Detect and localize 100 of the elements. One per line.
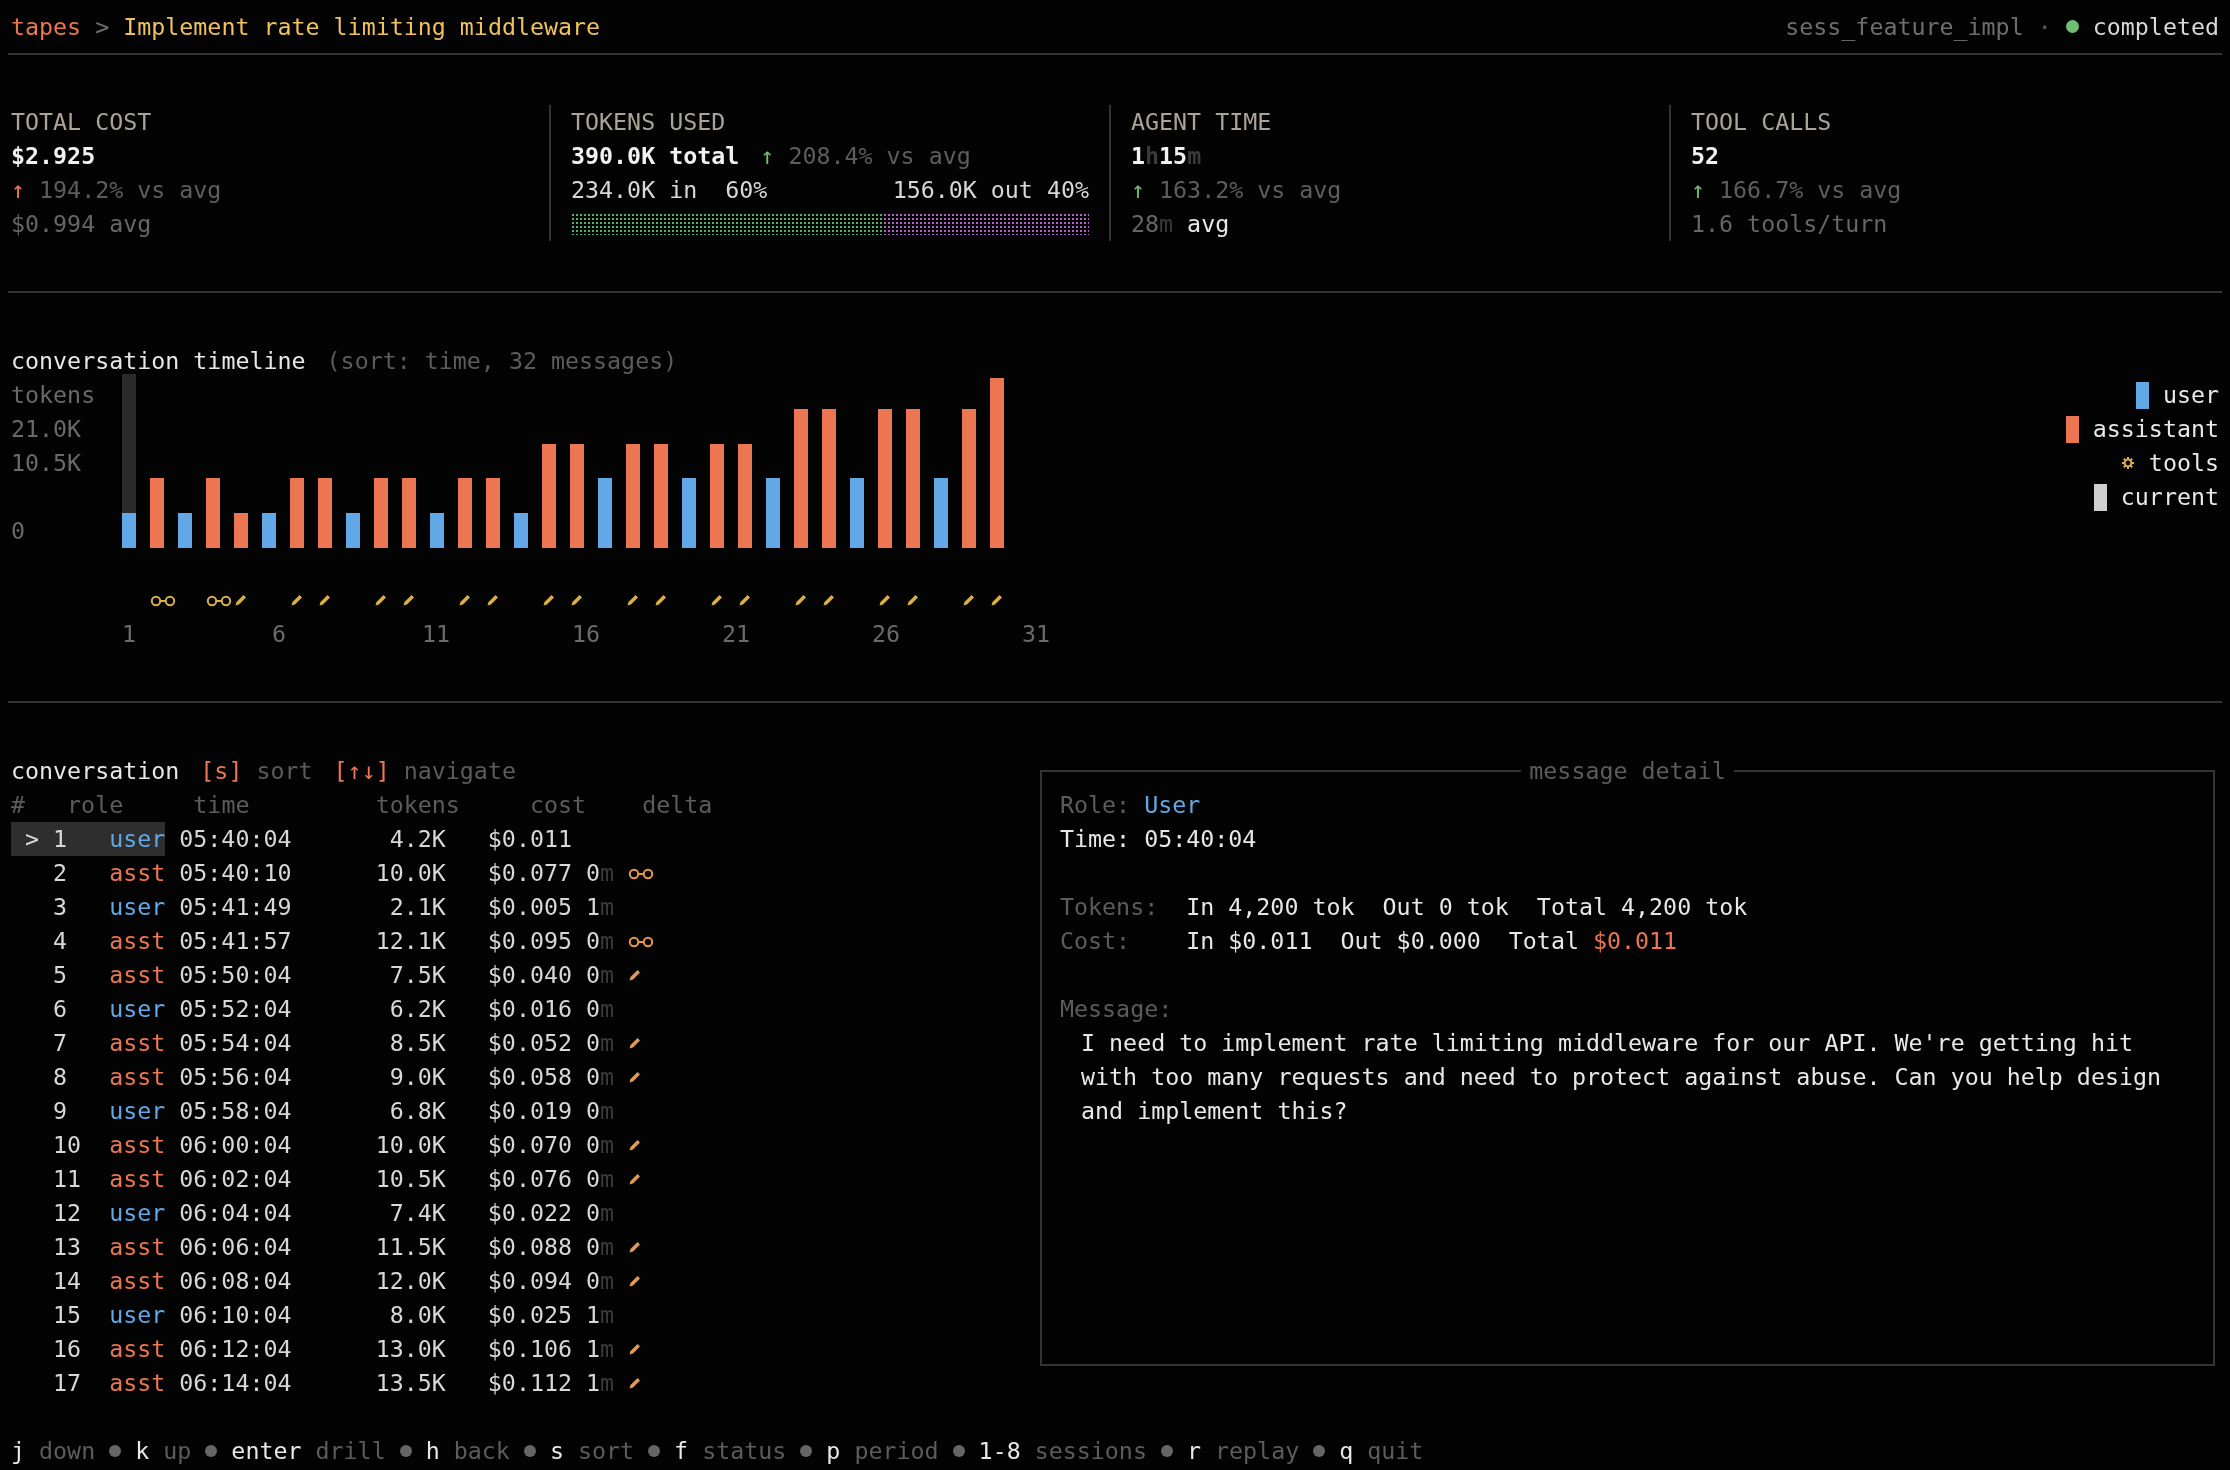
stat-label: TOTAL COST (11, 107, 153, 137)
key-hint: enter drill (231, 1436, 386, 1466)
table-cell: 7 (53, 1029, 68, 1056)
glasses-icon (628, 866, 655, 880)
dot-icon (1160, 1445, 1173, 1457)
trend-text: ↑ 166.7% vs avg (1691, 175, 1902, 205)
pencil-icon (628, 1172, 643, 1186)
axis-tick-label: 16 (572, 620, 601, 647)
table-cell: 05:50:04 (179, 961, 292, 988)
table-cell: 06:12:04 (179, 1335, 292, 1362)
axis-tick-label: 21.0K (11, 414, 83, 444)
detail-label: Message: (1060, 994, 1173, 1024)
table-cell: 12.0K (375, 1267, 446, 1294)
table-cell-text: asst (109, 858, 166, 888)
pencil-icon (458, 593, 472, 607)
pencil-icon (878, 593, 892, 607)
axis-tick-label: 11 (422, 620, 451, 647)
table-cell: $0.052 (487, 1029, 572, 1056)
table-cell: $0.076 (487, 1165, 572, 1192)
table-cell: 13 (53, 1233, 82, 1260)
table-cell: 11 (53, 1165, 82, 1192)
key-hint: k up (135, 1436, 192, 1466)
legend-label: current (2120, 482, 2219, 512)
dot-icon (1313, 1445, 1326, 1457)
table-cell: 10.0K (375, 1131, 446, 1158)
table-cell: 05:58:04 (179, 1097, 292, 1124)
pencil-icon (710, 593, 724, 607)
table-cell: 6 (53, 995, 68, 1022)
pencil-icon (990, 593, 1004, 607)
app-name[interactable]: tapes (11, 9, 82, 44)
pencil-icon (628, 1036, 643, 1050)
table-cell: 9 (53, 1097, 68, 1124)
dot-icon (648, 1445, 661, 1457)
trend-text: ↑ 194.2% vs avg (11, 175, 222, 205)
trend-text: ↑ 163.2% vs avg (1131, 175, 1342, 205)
stat-value: $2.925 (11, 141, 96, 171)
table-cell: 15 (53, 1301, 82, 1328)
table-cell: $0.040 (487, 961, 572, 988)
key-hint: f status (674, 1436, 787, 1466)
table-cell: 06:14:04 (179, 1369, 292, 1396)
shortcut-key: [↑↓] (333, 754, 390, 788)
axis-tick-label: 21 (722, 620, 751, 647)
panel-title: message detail (1528, 756, 1727, 786)
key-hint: s sort (549, 1436, 635, 1466)
table-cell: $0.016 (487, 995, 572, 1022)
legend-label: tools (2148, 448, 2219, 478)
table-cell: 10.0K (375, 859, 446, 886)
pencil-icon (654, 593, 668, 607)
axis-tick-label: 0 (11, 516, 27, 546)
table-cell: $0.070 (487, 1131, 572, 1158)
pencil-icon (794, 593, 808, 607)
trend-text: ↑ 208.4% vs avg (760, 141, 971, 171)
key-hint: r replay (1186, 1436, 1300, 1466)
table-cell: 7.5K (389, 961, 446, 988)
table-cell: 05:41:57 (179, 927, 292, 954)
table-cell-text: asst (109, 960, 166, 990)
table-cell-text: asst (109, 1266, 166, 1296)
pencil-icon (628, 1240, 643, 1254)
axis-tick-label: 1 (122, 620, 137, 647)
pencil-icon (628, 1138, 643, 1152)
table-cell: 6.8K (389, 1097, 446, 1124)
table-cell-text: asst (109, 1062, 166, 1092)
table-cell: 4.2K (389, 825, 446, 852)
status-label: completed (2092, 11, 2219, 42)
key-hint: 1-8 sessions (978, 1436, 1147, 1466)
detail-field: Time: 05:40:04 (1060, 822, 1257, 856)
table-cell: 13.5K (375, 1369, 446, 1396)
table-cell: 3 (53, 893, 68, 920)
pencil-icon (628, 968, 643, 982)
table-cell: 5 (53, 961, 68, 988)
table-cell: $0.025 (487, 1301, 572, 1328)
column-header: delta (642, 790, 713, 820)
pencil-icon (628, 1274, 643, 1288)
table-cell: 6.2K (389, 995, 446, 1022)
table-cell: 10 (53, 1131, 82, 1158)
table-cell: 06:08:04 (179, 1267, 292, 1294)
table-cell: $0.077 (487, 859, 572, 886)
pencil-icon (402, 593, 416, 607)
stat-footnote: $0.994 avg (11, 209, 152, 239)
column-header: time (193, 790, 250, 820)
column-header: role (67, 790, 124, 820)
page-title: Implement rate limiting middleware (123, 11, 601, 42)
table-cell: 4 (53, 927, 68, 954)
key-hint: q quit (1339, 1436, 1424, 1466)
dot-icon (800, 1445, 813, 1457)
table-cell: 1 (53, 825, 68, 852)
table-cell: 05:52:04 (179, 995, 292, 1022)
shortcut-label: navigate (403, 756, 516, 786)
breadcrumb-separator: > (95, 11, 110, 42)
table-cell: 13.0K (375, 1335, 446, 1362)
stat-value: 52 (1691, 141, 1720, 171)
table-cell-text: asst (109, 1232, 166, 1262)
table-cell: 2 (53, 859, 68, 886)
pencil-icon (290, 593, 304, 607)
table-cell: 9.0K (389, 1063, 446, 1090)
stat-label: AGENT TIME (1131, 107, 1273, 137)
pencil-icon (542, 593, 556, 607)
key-hint: j down (11, 1436, 96, 1466)
row-highlight[interactable]: > 1 user (11, 822, 166, 856)
glasses-icon (628, 934, 655, 948)
